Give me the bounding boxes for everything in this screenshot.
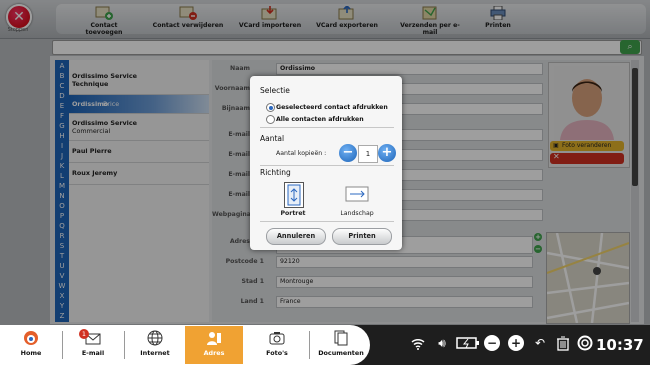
home-button[interactable]: Home xyxy=(2,326,60,364)
quantity-title: Aantal xyxy=(260,134,285,143)
opt-selected-label: Geselecteerd contact afdrukken xyxy=(276,104,388,111)
email-label: E-mail xyxy=(81,349,105,357)
adres-label: Adres xyxy=(203,349,225,357)
portrait-option[interactable] xyxy=(284,182,304,208)
portrait-icon xyxy=(287,184,301,206)
separator xyxy=(309,331,310,359)
landscape-label: Landschap xyxy=(340,210,374,217)
orientation-title: Richting xyxy=(260,168,291,177)
documents-label: Documenten xyxy=(318,349,364,357)
increase-copies-button[interactable]: + xyxy=(378,144,396,162)
divider xyxy=(260,165,394,166)
separator xyxy=(124,331,125,359)
address-book-icon xyxy=(207,332,221,345)
photos-button[interactable]: Foto's xyxy=(248,326,306,364)
radio-selected-contact[interactable] xyxy=(266,103,275,112)
print-button[interactable]: Printen xyxy=(332,228,392,245)
radio-all-contacts[interactable] xyxy=(266,115,275,124)
wifi-icon[interactable] xyxy=(410,335,426,351)
copies-label: Aantal kopieën : xyxy=(276,150,327,157)
trash-icon[interactable] xyxy=(555,335,571,351)
opt-all-label: Alle contacten afdrukken xyxy=(276,116,364,123)
landscape-icon xyxy=(345,186,369,202)
documents-icon xyxy=(334,330,348,346)
email-badge: 1 xyxy=(79,329,89,339)
internet-label: Internet xyxy=(140,349,170,357)
undo-icon[interactable]: ↶ xyxy=(532,335,548,351)
home-icon xyxy=(24,331,38,345)
cancel-button[interactable]: Annuleren xyxy=(266,228,326,245)
print-dialog: Selectie Geselecteerd contact afdrukken … xyxy=(250,76,402,250)
divider xyxy=(260,221,394,222)
home-label: Home xyxy=(20,349,42,357)
decrease-copies-button[interactable]: − xyxy=(339,144,357,162)
documents-button[interactable]: Documenten xyxy=(311,326,371,364)
internet-button[interactable]: Internet xyxy=(126,326,184,364)
photos-label: Foto's xyxy=(266,349,288,357)
zoom-in-icon[interactable]: + xyxy=(508,335,524,351)
separator xyxy=(62,331,63,359)
copies-input[interactable]: 1 xyxy=(358,145,378,163)
volume-icon[interactable]: 🔊︎ xyxy=(434,335,450,351)
portrait-label: Portret xyxy=(280,210,306,217)
clock: 10:37 xyxy=(596,336,644,354)
help-lifebuoy-icon[interactable] xyxy=(577,335,593,351)
email-button[interactable]: E-mail xyxy=(64,326,122,364)
battery-icon xyxy=(456,335,480,351)
landscape-option[interactable] xyxy=(345,186,369,202)
adres-button[interactable]: Adres xyxy=(185,326,243,364)
globe-icon xyxy=(147,330,163,346)
camera-icon xyxy=(269,332,285,345)
divider xyxy=(260,127,394,128)
zoom-out-icon[interactable]: − xyxy=(484,335,500,351)
selection-title: Selectie xyxy=(260,86,290,95)
